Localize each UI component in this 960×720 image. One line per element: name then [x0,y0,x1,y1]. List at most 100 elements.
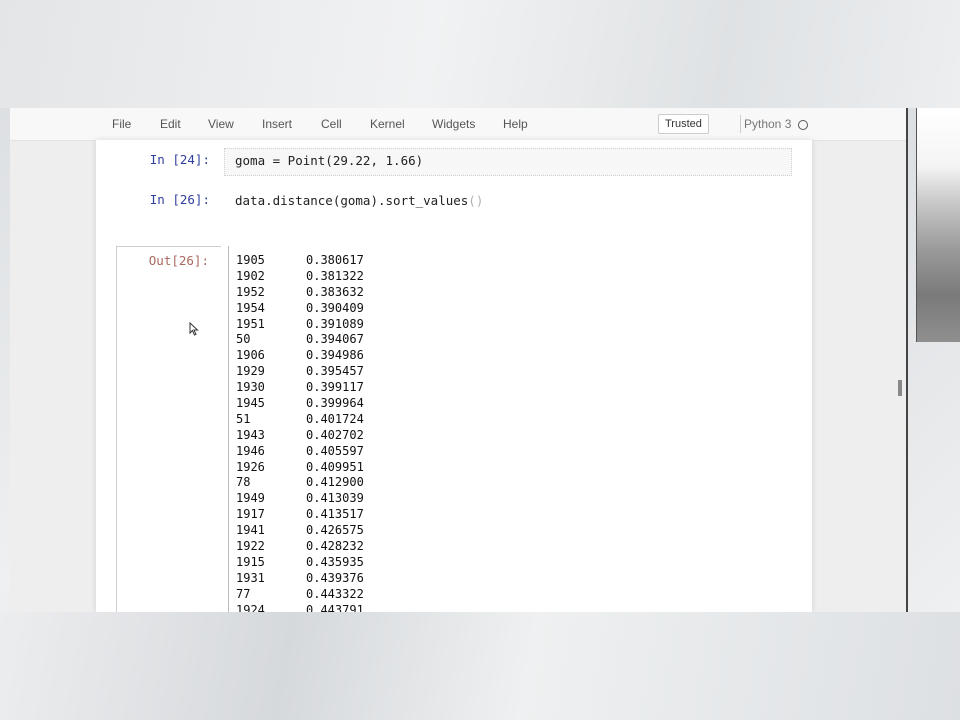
output-index: 1941 [236,523,265,538]
trusted-indicator[interactable]: Trusted [658,114,709,134]
output-index: 1952 [236,284,265,299]
output-prompt: Out[26]: [148,253,209,268]
output-value: 0.401724 [306,411,364,426]
output-row: 1954 0.390409 [236,301,636,317]
output-index: 1922 [236,539,265,554]
output-row: 1922 0.428232 [236,539,636,555]
output-value: 0.394067 [306,332,364,347]
output-row: 1941 0.426575 [236,523,636,539]
desktop-background-top [0,0,960,108]
code-suffix: () [468,193,484,208]
code-input[interactable]: goma = Point(29.22, 1.66) [224,148,792,176]
input-prompt: In [26]: [149,192,210,207]
kernel-name[interactable]: Python 3 [744,117,791,131]
output-row: 1902 0.381322 [236,269,636,285]
output-row: 77 0.443322 [236,587,636,603]
output-row: 1943 0.402702 [236,428,636,444]
output-index: 1931 [236,570,265,585]
output-row: 1931 0.439376 [236,571,636,587]
output-value: 0.412900 [306,475,364,490]
background-window[interactable] [916,108,960,342]
code-cell[interactable]: In [24]: goma = Point(29.22, 1.66) [106,148,792,176]
output-value: 0.391089 [306,316,364,331]
menu-file[interactable]: File [112,117,131,131]
output-index: 50 [236,332,251,347]
menubar: File Edit View Insert Cell Kernel Widget… [10,108,906,141]
output-value: 0.395457 [306,364,364,379]
output-value: 0.443791 [306,602,364,612]
output-value: 0.383632 [306,284,364,299]
output-value: 0.381322 [306,268,364,283]
output-value: 0.399117 [306,380,364,395]
desktop-background-bottom [0,612,960,720]
jupyter-window: File Edit View Insert Cell Kernel Widget… [10,108,908,612]
output-row: 1930 0.399117 [236,380,636,396]
menu-insert[interactable]: Insert [262,117,292,131]
kernel-idle-icon [798,120,808,130]
menu-cell[interactable]: Cell [321,117,342,131]
scrollbar-handle[interactable] [898,380,902,396]
output-row: 1926 0.409951 [236,460,636,476]
code-main: data.distance(goma).sort_values [235,193,469,208]
menu-edit[interactable]: Edit [160,117,181,131]
notebook-container: In [24]: goma = Point(29.22, 1.66) In [2… [96,140,812,612]
output-row: 1906 0.394986 [236,348,636,364]
output-area: 1905 0.380617 1902 0.381322 1952 0.383632 1954… [236,253,636,612]
output-index: 1945 [236,396,265,411]
code-input[interactable]: data.distance(goma).sort_values() [224,188,792,216]
input-prompt: In [24]: [149,152,210,167]
output-row: 1924 0.443791 [236,603,636,612]
output-value: 0.413517 [306,507,364,522]
output-index: 1943 [236,427,265,442]
output-row: 1917 0.413517 [236,507,636,523]
code-cell[interactable]: In [26]: data.distance(goma).sort_values… [106,188,792,216]
output-index: 78 [236,475,251,490]
output-row: 78 0.412900 [236,475,636,491]
output-index: 1929 [236,364,265,379]
output-row: 1949 0.413039 [236,491,636,507]
code-text: data.distance(goma).sort_values() [235,193,483,208]
output-value: 0.409951 [306,459,364,474]
output-index: 1906 [236,348,265,363]
output-index: 1905 [236,253,265,267]
output-index: 1917 [236,507,265,522]
output-row: 1929 0.395457 [236,364,636,380]
menu-view[interactable]: View [208,117,234,131]
output-index: 1954 [236,300,265,315]
output-index: 1951 [236,316,265,331]
output-prompt-area[interactable]: Out[26]: [116,246,221,612]
output-index: 51 [236,411,251,426]
output-value: 0.435935 [306,554,364,569]
output-row: 1946 0.405597 [236,444,636,460]
output-value: 0.413039 [306,491,364,506]
output-index: 1915 [236,554,265,569]
output-row: 50 0.394067 [236,332,636,348]
menu-kernel[interactable]: Kernel [370,117,405,131]
output-index: 1924 [236,602,265,612]
output-divider [228,246,229,612]
output-index: 1946 [236,443,265,458]
output-value: 0.439376 [306,570,364,585]
menu-widgets[interactable]: Widgets [432,117,475,131]
output-value: 0.402702 [306,427,364,442]
output-row: 1951 0.391089 [236,317,636,333]
output-row: 1952 0.383632 [236,285,636,301]
output-index: 1902 [236,268,265,283]
kernel-separator [740,115,741,133]
output-row: 1945 0.399964 [236,396,636,412]
output-row: 1905 0.380617 [236,253,636,269]
output-index: 1926 [236,459,265,474]
output-value: 0.405597 [306,443,364,458]
code-text: goma = Point(29.22, 1.66) [235,153,424,168]
output-value: 0.428232 [306,539,364,554]
output-value: 0.443322 [306,586,364,601]
output-value: 0.426575 [306,523,364,538]
output-value: 0.399964 [306,396,364,411]
menu-help[interactable]: Help [503,117,528,131]
output-value: 0.394986 [306,348,364,363]
output-row: 1915 0.435935 [236,555,636,571]
output-index: 1930 [236,380,265,395]
output-row: 51 0.401724 [236,412,636,428]
output-value: 0.390409 [306,300,364,315]
output-index: 77 [236,586,251,601]
